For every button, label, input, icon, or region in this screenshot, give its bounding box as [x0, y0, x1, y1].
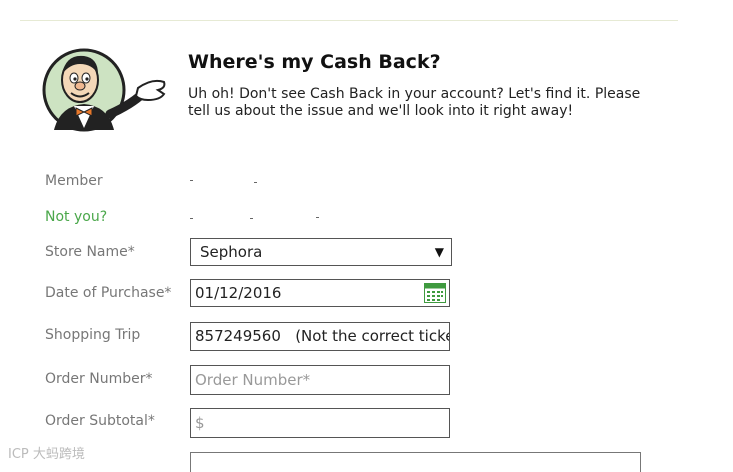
- member-label: Member: [45, 173, 103, 189]
- member-email-redacted: [190, 212, 330, 222]
- shopping-trip-select[interactable]: 857249560 (Not the correct ticket: [190, 322, 450, 351]
- store-name-value: Sephora: [200, 243, 263, 261]
- intro-text: Uh oh! Don't see Cash Back in your accou…: [188, 86, 641, 119]
- member-value-redacted: [190, 176, 270, 186]
- dropdown-arrow-icon: ▼: [434, 245, 444, 259]
- watermark: ICP 大蚂跨境: [8, 447, 85, 462]
- date-of-purchase-label: Date of Purchase*: [45, 285, 172, 301]
- not-you-link[interactable]: Not you?: [45, 209, 107, 225]
- order-subtotal-input[interactable]: [190, 408, 450, 438]
- order-number-label: Order Number*: [45, 371, 153, 387]
- order-number-input[interactable]: [190, 365, 450, 395]
- date-of-purchase-field[interactable]: 01/12/2016: [190, 279, 450, 307]
- page-title: Where's my Cash Back?: [188, 51, 441, 73]
- shopping-trip-value: 857249560 (Not the correct ticket: [195, 327, 450, 345]
- mascot-illustration: [42, 48, 166, 132]
- store-name-select[interactable]: Sephora ▼: [190, 238, 452, 266]
- top-divider: [20, 20, 678, 21]
- store-name-label: Store Name*: [45, 244, 135, 260]
- shopping-trip-label: Shopping Trip: [45, 327, 141, 343]
- next-field-partial[interactable]: [190, 452, 641, 472]
- order-subtotal-label: Order Subtotal*: [45, 413, 155, 429]
- calendar-icon[interactable]: [424, 283, 446, 303]
- date-of-purchase-value: 01/12/2016: [195, 284, 282, 302]
